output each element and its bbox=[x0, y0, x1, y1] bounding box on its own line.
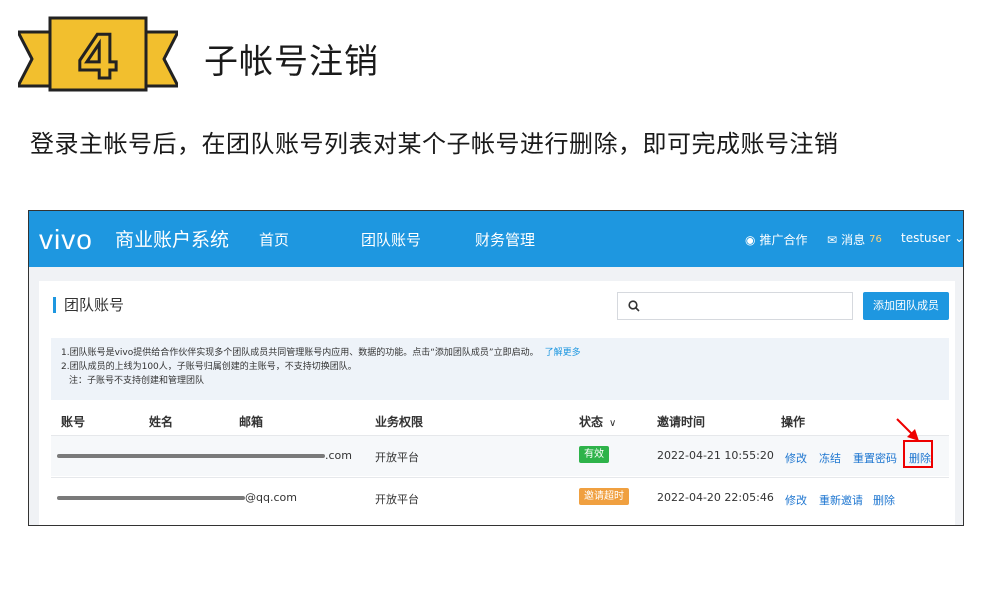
panel-title: 团队账号 bbox=[53, 297, 124, 313]
username: testuser bbox=[901, 231, 951, 245]
promo-label: 推广合作 bbox=[759, 233, 808, 247]
status-badge: 邀请超时 bbox=[579, 488, 629, 505]
table-row: .com 开放平台 有效 2022-04-21 10:55:20 修改 冻结 重… bbox=[51, 435, 949, 476]
step-badge: 4 bbox=[16, 14, 180, 98]
ribbon-icon: 4 bbox=[16, 16, 180, 95]
delete-link[interactable]: 删除 bbox=[873, 492, 895, 508]
nav-home[interactable]: 首页 bbox=[259, 229, 289, 250]
reinvite-link[interactable]: 重新邀请 bbox=[819, 492, 863, 508]
invite-time: 2022-04-21 10:55:20 bbox=[657, 449, 774, 462]
eye-icon: ◉ bbox=[745, 232, 756, 247]
redacted-account-info bbox=[57, 496, 245, 500]
chevron-down-icon: ∨ bbox=[609, 418, 617, 429]
header-status[interactable]: 状态 ∨ bbox=[579, 413, 616, 430]
nav-team-account[interactable]: 团队账号 bbox=[361, 229, 421, 250]
notice-line-3: 注：子账号不支持创建和管理团队 bbox=[69, 376, 205, 386]
add-team-member-button[interactable]: 添加团队成员 bbox=[863, 292, 949, 320]
top-navbar: vivo 商业账户系统 首页 团队账号 财务管理 ◉ 推广合作 ✉ 消息 76 … bbox=[29, 211, 963, 267]
header-actions: 操作 bbox=[781, 415, 806, 429]
vivo-logo[interactable]: vivo bbox=[39, 224, 93, 256]
permission: 开放平台 bbox=[375, 493, 419, 506]
freeze-link[interactable]: 冻结 bbox=[819, 450, 841, 466]
messages-link[interactable]: ✉ 消息 76 bbox=[827, 231, 882, 248]
header-name: 姓名 bbox=[149, 415, 174, 429]
nav-finance[interactable]: 财务管理 bbox=[475, 229, 535, 250]
learn-more-link[interactable]: 了解更多 bbox=[545, 348, 581, 358]
messages-label: 消息 bbox=[841, 233, 866, 247]
page-title: 子帐号注销 bbox=[204, 42, 379, 82]
system-name: 商业账户系统 bbox=[115, 229, 230, 251]
edit-link[interactable]: 修改 bbox=[785, 450, 807, 466]
permission: 开放平台 bbox=[375, 451, 419, 464]
redacted-account-info bbox=[57, 454, 325, 458]
notice-line-1: 1.团队账号是vivo提供给合作伙伴实现多个团队成员共同管理账号内应用、数据的功… bbox=[61, 348, 539, 358]
app-screenshot: vivo 商业账户系统 首页 团队账号 财务管理 ◉ 推广合作 ✉ 消息 76 … bbox=[28, 210, 964, 526]
status-badge: 有效 bbox=[579, 446, 609, 463]
info-notice: 1.团队账号是vivo提供给合作伙伴实现多个团队成员共同管理账号内应用、数据的功… bbox=[51, 338, 949, 400]
table-row: @qq.com 开放平台 邀请超时 2022-04-20 22:05:46 修改… bbox=[51, 477, 949, 518]
header-email: 邮箱 bbox=[239, 415, 264, 429]
mail-icon: ✉ bbox=[827, 232, 838, 247]
search-input[interactable] bbox=[617, 292, 853, 320]
email-suffix: .com bbox=[325, 449, 352, 462]
subtitle: 登录主帐号后，在团队账号列表对某个子帐号进行删除，即可完成账号注销 bbox=[30, 130, 839, 158]
edit-link[interactable]: 修改 bbox=[785, 492, 807, 508]
header-account: 账号 bbox=[61, 415, 86, 429]
promo-link[interactable]: ◉ 推广合作 bbox=[745, 231, 808, 248]
chevron-down-icon: ⌄ bbox=[954, 231, 964, 245]
notice-line-2: 2.团队成员的上线为100人，子账号归属创建的主账号，不支持切换团队。 bbox=[61, 362, 357, 372]
search-icon bbox=[628, 300, 640, 312]
header-permission: 业务权限 bbox=[375, 415, 424, 429]
email-suffix: @qq.com bbox=[245, 491, 297, 504]
user-menu[interactable]: testuser ⌄ bbox=[901, 231, 964, 245]
message-count: 76 bbox=[869, 234, 882, 245]
invite-time: 2022-04-20 22:05:46 bbox=[657, 491, 774, 504]
reset-password-link[interactable]: 重置密码 bbox=[853, 450, 897, 466]
step-number: 4 bbox=[77, 23, 119, 93]
header-invite-time: 邀请时间 bbox=[657, 415, 706, 429]
red-arrow-icon bbox=[896, 418, 919, 441]
team-account-panel: 团队账号 添加团队成员 1.团队账号是vivo提供给合作伙伴实现多个团队成员共同… bbox=[39, 281, 955, 525]
